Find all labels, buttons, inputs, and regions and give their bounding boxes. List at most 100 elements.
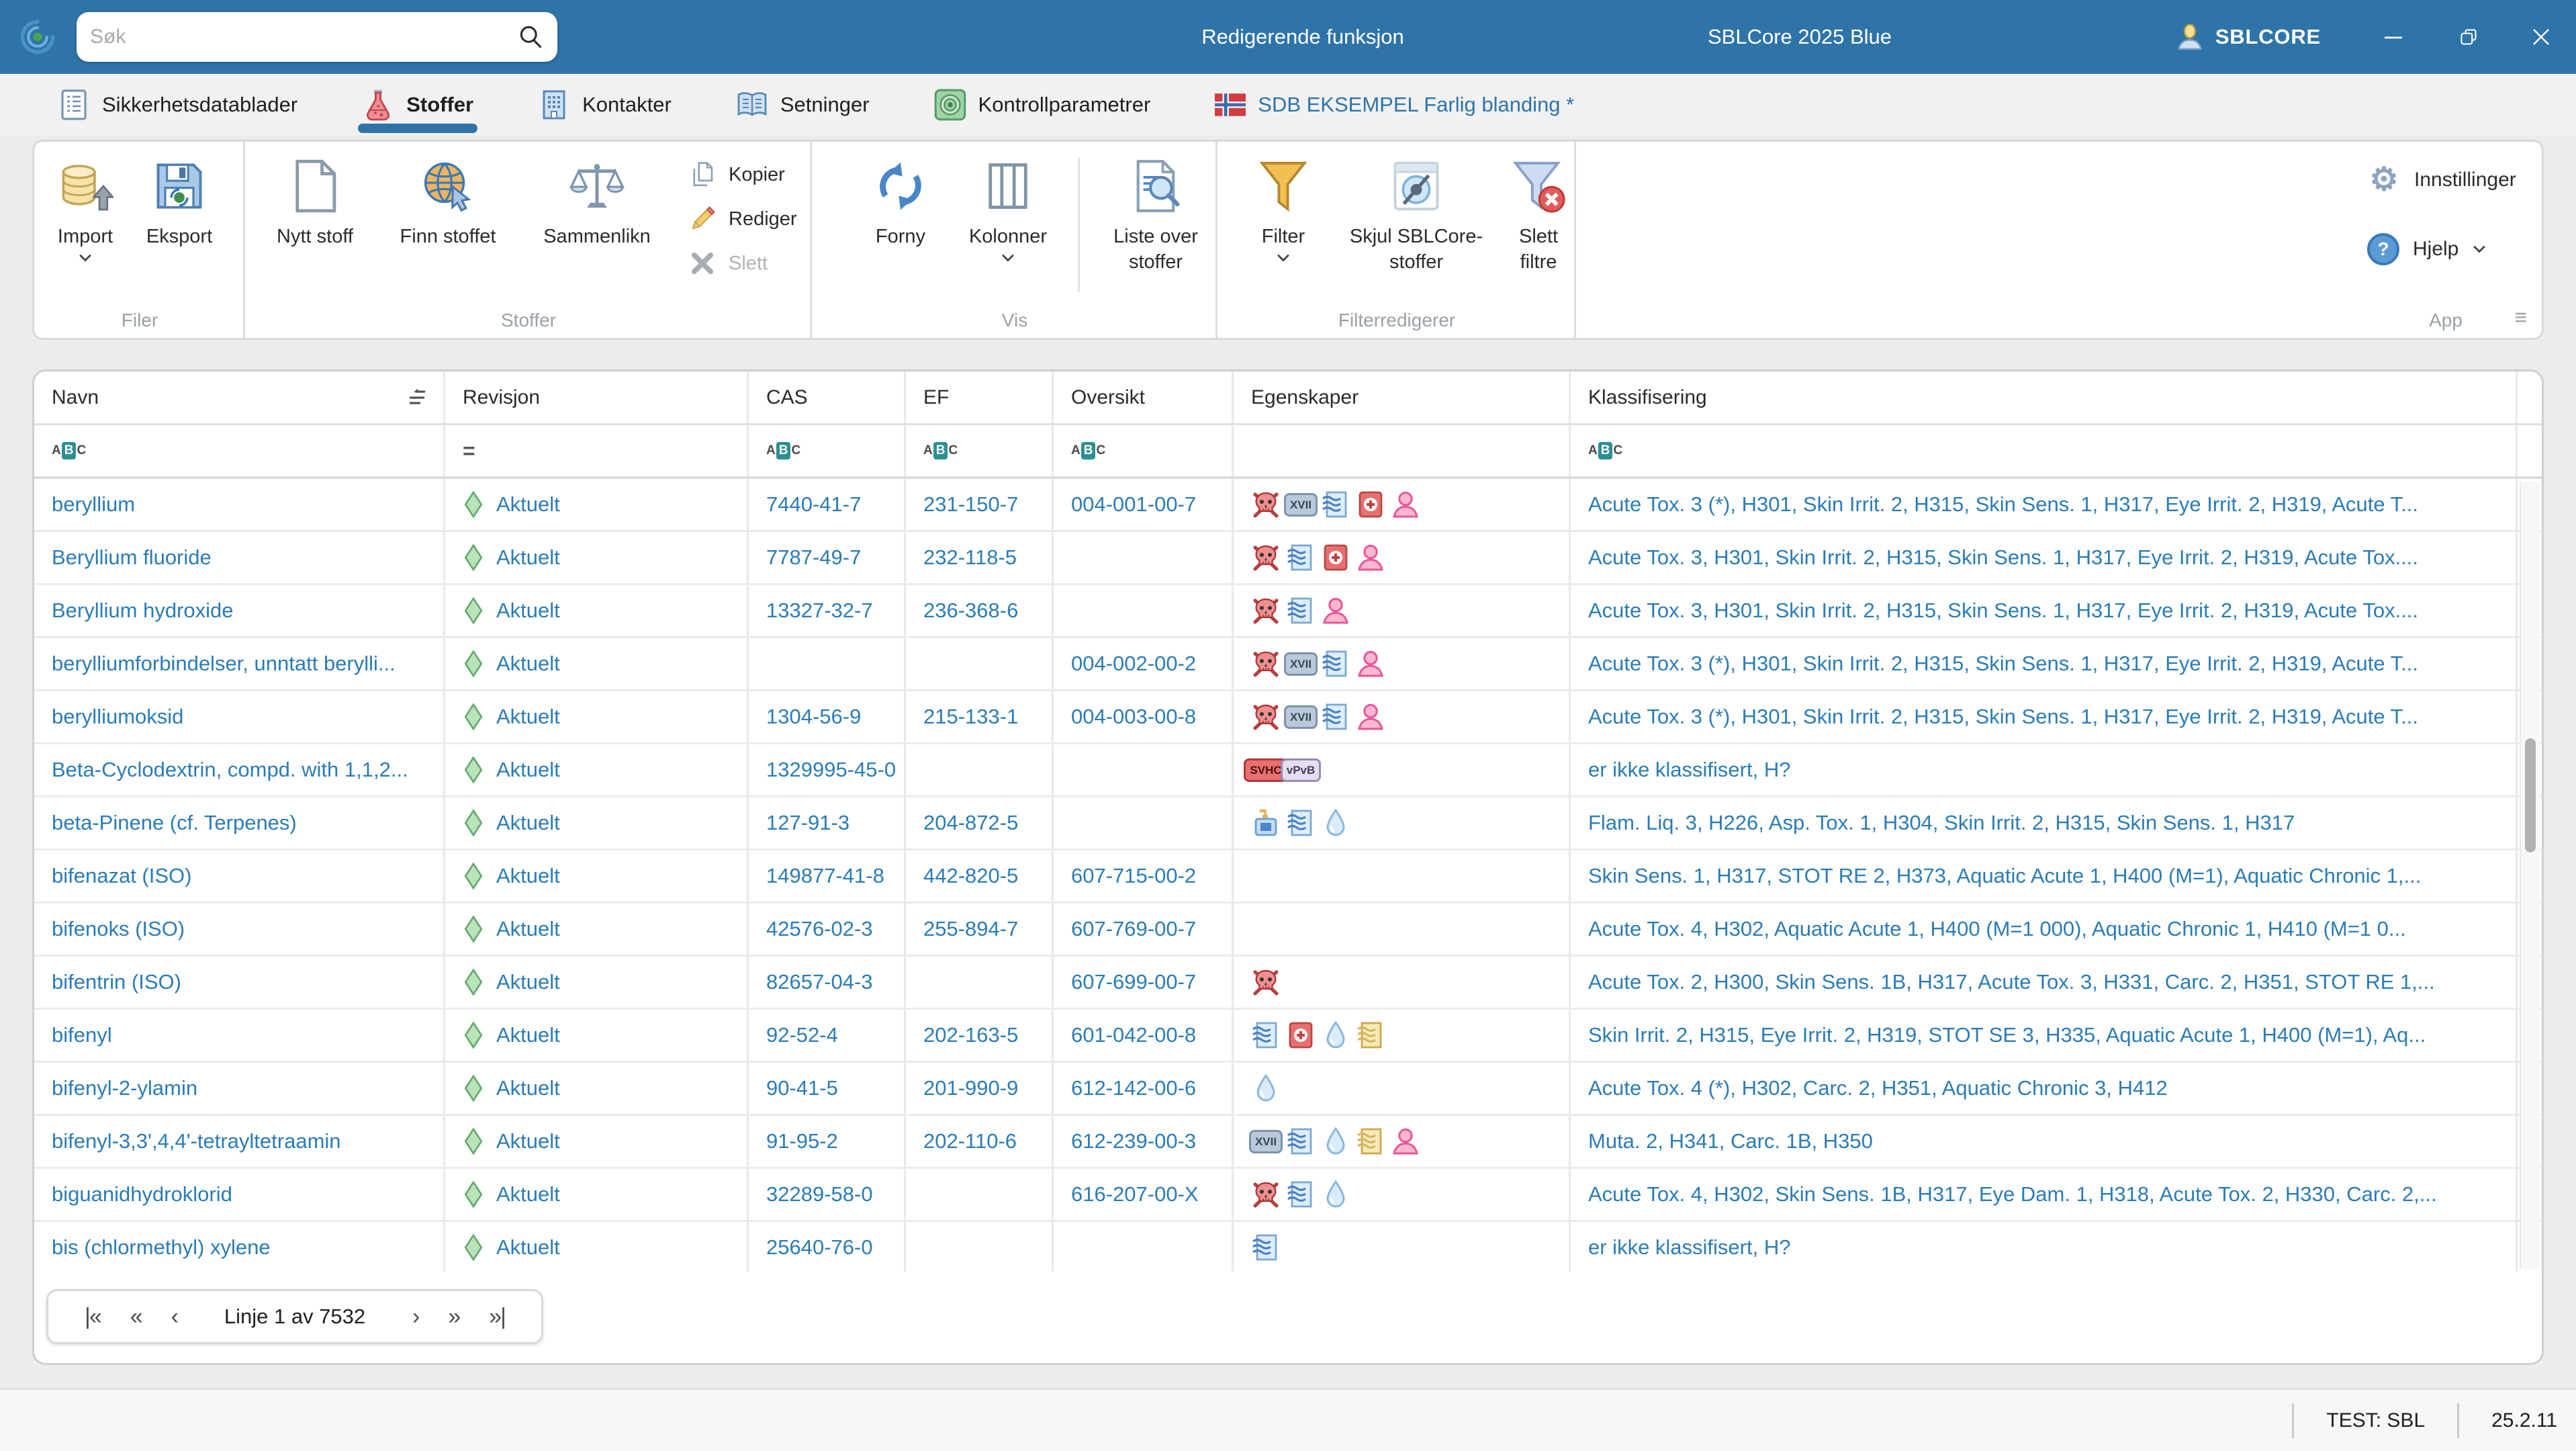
forny-button[interactable]: Forny [858,155,944,249]
next-page-button[interactable]: › [398,1304,433,1330]
tab-kontrollparametrer[interactable]: Kontrollparametrer [930,74,1155,136]
exposure-document-icon [1251,1233,1281,1262]
table-row[interactable]: bis (chlormethyl) xylene Aktuelt 25640-76-… [34,1222,2542,1275]
cell-navn[interactable]: beta-Pinene (cf. Terpenes) [34,797,445,848]
search-icon[interactable] [517,24,544,50]
cell-navn[interactable]: bifenyl-2-ylamin [34,1063,445,1114]
filter-cell-cas[interactable]: ABC [749,425,906,476]
table-row[interactable]: berylliumforbindelser, unntatt berylli..… [34,638,2542,691]
scrollbar-thumb[interactable] [2525,738,2536,852]
hjelp-button[interactable]: ? Hjelp [2367,233,2487,265]
import-button[interactable]: Import [42,155,128,263]
liste-over-stoffer-button[interactable]: Liste over stoffer [1091,155,1220,275]
column-header-klassifisering[interactable]: Klassifisering [1571,371,2518,423]
tab-sikkerhetsdatablader[interactable]: Sikkerhetsdatablader [54,74,302,136]
table-row[interactable]: bifenyl-3,3',4,4'-tetrayltetraamin Aktuel… [34,1116,2542,1169]
vertical-scrollbar[interactable] [2520,482,2540,1269]
kolonner-button[interactable]: Kolonner [952,155,1064,263]
table-row[interactable]: biguanidhydroklorid Aktuelt 32289-58-0 616-… [34,1169,2542,1222]
table-row[interactable]: bifentrin (ISO) Aktuelt 82657-04-3 607-699-… [34,957,2542,1010]
cell-navn[interactable]: Beryllium fluoride [34,532,445,583]
filter-cell-klassifisering[interactable]: ABC [1571,425,2518,476]
filter-button[interactable]: Filter [1239,155,1328,263]
slett-button[interactable]: Slett [688,241,812,285]
prev-block-button[interactable]: « [116,1304,156,1330]
cell-navn[interactable]: beryllium [34,479,445,530]
cell-revisjon: Aktuelt [445,532,749,583]
cell-cas: 32289-58-0 [749,1169,906,1220]
restore-button[interactable] [2431,0,2506,74]
group-menu-icon[interactable]: ≡ [2514,305,2527,330]
innstillinger-button[interactable]: ⚙ Innstillinger [2367,163,2516,197]
sort-icon[interactable] [408,388,430,406]
exposure-document-icon [1321,649,1350,678]
column-header-revisjon[interactable]: Revisjon [445,371,749,423]
cell-oversikt: 612-239-00-3 [1054,1116,1234,1167]
cell-egenskaper [1234,850,1571,902]
cell-navn[interactable]: Beta-Cyclodextrin, compd. with 1,1,2... [34,744,445,795]
next-block-button[interactable]: » [433,1304,474,1330]
cell-navn[interactable]: Beryllium hydroxide [34,585,445,636]
cell-navn[interactable]: berylliumoksid [34,691,445,742]
cell-navn[interactable]: bis (chlormethyl) xylene [34,1222,445,1273]
table-row[interactable]: Beryllium hydroxide Aktuelt 13327-32-7 236-… [34,585,2542,638]
table-row[interactable]: Beryllium fluoride Aktuelt 7787-49-7 232-11… [34,532,2542,585]
minimize-button[interactable] [2356,0,2431,74]
tab-stoffer[interactable]: Stoffer [358,74,478,136]
table-row[interactable]: bifenazat (ISO) Aktuelt 149877-41-8 442-820… [34,850,2542,904]
filter-cell-ef[interactable]: ABC [906,425,1054,476]
last-page-button[interactable]: »| [474,1304,520,1330]
table-row[interactable]: beta-Pinene (cf. Terpenes) Aktuelt 127-91-… [34,797,2542,850]
rediger-button[interactable]: Rediger [688,197,812,241]
column-header-ef[interactable]: EF [906,371,1054,423]
rediger-label: Rediger [729,208,797,230]
status-diamond-icon [463,650,484,678]
cell-navn[interactable]: bifenyl [34,1010,445,1061]
table-row[interactable]: bifenyl Aktuelt 92-52-4 202-163-5 601-042-00… [34,1010,2542,1063]
table-row[interactable]: berylliumoksid Aktuelt 1304-56-9 215-133-1 0… [34,691,2542,744]
table-row[interactable]: bifenoks (ISO) Aktuelt 42576-02-3 255-894-7… [34,904,2542,957]
table-row[interactable]: beryllium Aktuelt 7440-41-7 231-150-7 004-00… [34,479,2542,532]
filter-cell-revisjon[interactable]: = [445,425,749,476]
cell-navn[interactable]: bifenazat (ISO) [34,850,445,902]
tab-setninger[interactable]: Setninger [732,74,874,136]
column-header-navn[interactable]: Navn [34,371,445,423]
column-header-oversikt[interactable]: Oversikt [1054,371,1234,423]
table-row[interactable]: Beta-Cyclodextrin, compd. with 1,1,2... A… [34,744,2542,797]
abc-filter-icon: ABC [923,442,958,459]
cell-navn[interactable]: biguanidhydroklorid [34,1169,445,1220]
column-header-egenskaper[interactable]: Egenskaper [1234,371,1571,423]
kopier-button[interactable]: Kopier [688,152,812,197]
skjul-sblcore-stoffer-button[interactable]: Skjul SBLCore-stoffer [1330,155,1502,275]
cell-navn[interactable]: bifenoks (ISO) [34,904,445,955]
column-header-cas[interactable]: CAS [749,371,906,423]
filter-cell-oversikt[interactable]: ABC [1054,425,1234,476]
search-box[interactable] [77,12,557,62]
search-input[interactable] [90,26,517,48]
cell-revisjon: Aktuelt [445,1222,749,1273]
cell-navn[interactable]: bifentrin (ISO) [34,957,445,1008]
tab-sdb-eksempel[interactable]: SDB EKSEMPEL Farlig blanding * [1211,74,1578,136]
cell-navn[interactable]: bifenyl-3,3',4,4'-tetrayltetraamin [34,1116,445,1167]
filter-cell-navn[interactable]: ABC [34,425,445,476]
close-button[interactable] [2506,0,2576,74]
exposure-document-icon [1286,1127,1316,1156]
first-page-button[interactable]: |« [70,1304,116,1330]
table-row[interactable]: bifenyl-2-ylamin Aktuelt 90-41-5 201-990-9 6… [34,1063,2542,1116]
eksport-button[interactable]: Eksport [136,155,222,249]
cell-navn[interactable]: berylliumforbindelser, unntatt berylli..… [34,638,445,689]
filter-cell-egenskaper[interactable] [1234,425,1571,476]
cell-ef [906,744,1054,795]
cell-ef: 202-163-5 [906,1010,1054,1061]
tab-kontakter[interactable]: Kontakter [534,74,676,136]
account-button[interactable]: SBLCORE [2175,22,2321,52]
finn-stoffet-button[interactable]: Finn stoffet [390,155,506,249]
sammenlikn-button[interactable]: Sammenlikn [530,155,664,249]
status-diamond-icon [463,968,484,996]
nytt-stoff-button[interactable]: Nytt stoff [264,155,366,249]
exposure-document-icon [1286,808,1316,838]
cell-ef: 215-133-1 [906,691,1054,742]
slett-filtre-button[interactable]: Slett filtre [1501,155,1576,275]
prev-page-button[interactable]: ‹ [156,1304,192,1330]
person-icon [1391,1127,1420,1156]
